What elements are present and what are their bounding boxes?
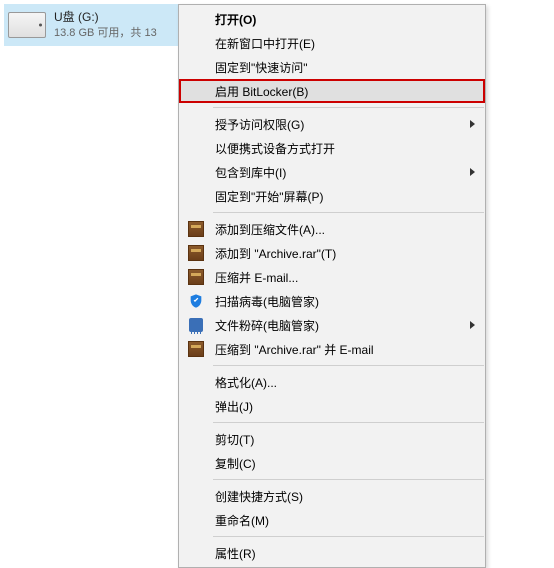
menu-rename[interactable]: 重命名(M) [179,508,485,532]
menu-scan-virus-label: 扫描病毒(电脑管家) [215,293,319,310]
menu-grant-access-label: 授予访问权限(G) [215,116,304,133]
menu-cut[interactable]: 剪切(T) [179,427,485,451]
menu-separator [213,212,484,213]
menu-pin-start[interactable]: 固定到"开始"屏幕(P) [179,184,485,208]
menu-compress-rar-email[interactable]: 压缩到 "Archive.rar" 并 E-mail [179,337,485,361]
menu-separator [213,479,484,480]
menu-shred[interactable]: 文件粉碎(电脑管家) [179,313,485,337]
menu-enable-bitlocker[interactable]: 启用 BitLocker(B) [179,79,485,103]
menu-compress-email-label: 压缩并 E-mail... [215,269,298,286]
menu-open-new-window-label: 在新窗口中打开(E) [215,35,315,52]
menu-cut-label: 剪切(T) [215,431,254,448]
menu-add-archive[interactable]: 添加到压缩文件(A)... [179,217,485,241]
menu-create-shortcut-label: 创建快捷方式(S) [215,488,303,505]
menu-format[interactable]: 格式化(A)... [179,370,485,394]
menu-format-label: 格式化(A)... [215,374,277,391]
menu-open[interactable]: 打开(O) [179,7,485,31]
shredder-icon [187,316,205,334]
drive-status: 13.8 GB 可用，共 13 [54,26,157,41]
menu-separator [213,422,484,423]
menu-properties[interactable]: 属性(R) [179,541,485,565]
menu-pin-quick-access[interactable]: 固定到"快速访问" [179,55,485,79]
menu-add-rar-label: 添加到 "Archive.rar"(T) [215,245,336,262]
menu-separator [213,107,484,108]
menu-pin-quick-access-label: 固定到"快速访问" [215,59,308,76]
usb-drive-icon [8,12,46,38]
drive-name: U盘 (G:) [54,9,157,25]
menu-enable-bitlocker-label: 启用 BitLocker(B) [215,83,308,100]
menu-include-library-label: 包含到库中(I) [215,164,286,181]
menu-properties-label: 属性(R) [215,545,256,562]
rar-icon [187,340,205,358]
chevron-right-icon [470,321,475,329]
shield-icon [187,292,205,310]
context-menu: 打开(O) 在新窗口中打开(E) 固定到"快速访问" 启用 BitLocker(… [178,4,486,568]
menu-include-library[interactable]: 包含到库中(I) [179,160,485,184]
menu-scan-virus[interactable]: 扫描病毒(电脑管家) [179,289,485,313]
menu-add-rar[interactable]: 添加到 "Archive.rar"(T) [179,241,485,265]
menu-open-label: 打开(O) [215,11,256,28]
chevron-right-icon [470,168,475,176]
menu-rename-label: 重命名(M) [215,512,269,529]
menu-pin-start-label: 固定到"开始"屏幕(P) [215,188,324,205]
menu-shred-label: 文件粉碎(电脑管家) [215,317,319,334]
menu-separator [213,536,484,537]
menu-copy-label: 复制(C) [215,455,256,472]
menu-open-portable-label: 以便携式设备方式打开 [215,140,335,157]
chevron-right-icon [470,120,475,128]
drive-text: U盘 (G:) 13.8 GB 可用，共 13 [54,9,157,40]
menu-create-shortcut[interactable]: 创建快捷方式(S) [179,484,485,508]
menu-compress-email[interactable]: 压缩并 E-mail... [179,265,485,289]
menu-copy[interactable]: 复制(C) [179,451,485,475]
rar-icon [187,244,205,262]
menu-compress-rar-email-label: 压缩到 "Archive.rar" 并 E-mail [215,341,374,358]
rar-icon [187,268,205,286]
menu-grant-access[interactable]: 授予访问权限(G) [179,112,485,136]
menu-eject-label: 弹出(J) [215,398,253,415]
menu-eject[interactable]: 弹出(J) [179,394,485,418]
menu-separator [213,365,484,366]
menu-add-archive-label: 添加到压缩文件(A)... [215,221,325,238]
rar-icon [187,220,205,238]
menu-open-new-window[interactable]: 在新窗口中打开(E) [179,31,485,55]
menu-open-portable[interactable]: 以便携式设备方式打开 [179,136,485,160]
